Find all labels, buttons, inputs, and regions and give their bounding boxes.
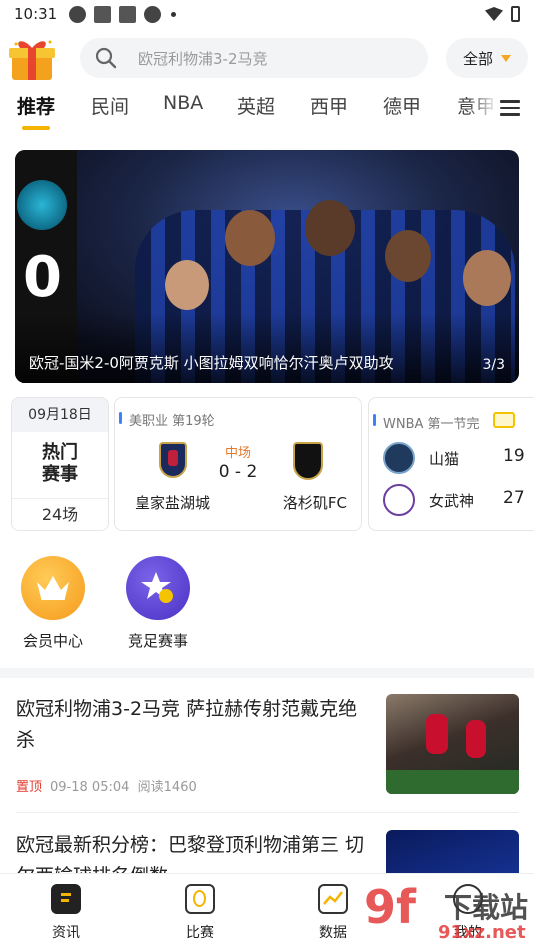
score-digit: 0	[23, 245, 62, 310]
watermark-logo: 9f 下载站 91xz.net	[364, 880, 532, 948]
news-title: 欧冠最新积分榜：巴黎登顶利物浦第三 切尔西输球排名倒数	[16, 834, 365, 873]
team-name: 女武神	[429, 492, 475, 510]
section-divider	[0, 668, 534, 678]
valkyries-logo-icon	[383, 484, 415, 516]
banner-player	[463, 250, 511, 306]
gift-icon[interactable]	[6, 36, 58, 82]
banner-caption: 欧冠-国米2-0阿贾克斯 小图拉姆双响恰尔汗奥卢双助攻	[29, 354, 394, 372]
tab-folk[interactable]: 民间	[91, 92, 129, 119]
banner-player	[225, 210, 275, 266]
category-tabs: 推荐 民间 NBA 英超 西甲 德甲 意甲	[0, 92, 534, 132]
member-center-link[interactable]: 会员中心	[8, 556, 98, 651]
tab-laliga[interactable]: 西甲	[310, 92, 348, 119]
tab-premier-league[interactable]: 英超	[237, 92, 275, 119]
match-status: 中场	[224, 446, 251, 461]
hot-title-line1: 热门	[42, 442, 78, 463]
status-bar: 10:31	[0, 0, 534, 28]
hot-title-line2: 赛事	[42, 464, 78, 485]
team-score: 27	[503, 488, 525, 508]
notification-icon	[119, 5, 137, 23]
lottery-matches-link[interactable]: 竞足赛事	[113, 556, 203, 651]
banner-counter: 3/3	[482, 357, 505, 373]
news-icon	[51, 884, 81, 914]
active-tab-indicator	[22, 126, 50, 130]
news-meta: 置顶 09-18 05:04 阅读1460	[16, 776, 197, 795]
match-score: 0 - 2	[218, 462, 258, 482]
search-icon	[95, 47, 117, 69]
live-video-icon	[493, 412, 515, 428]
search-placeholder: 欧冠利物浦3-2马竞	[138, 49, 268, 68]
away-team: 洛杉矶FC	[282, 494, 347, 512]
more-notifications-icon	[171, 11, 177, 17]
filter-label: 全部	[462, 49, 493, 68]
banner-player	[305, 200, 355, 256]
star-ball-icon	[126, 556, 190, 620]
news-time: 09-18 05:04	[50, 780, 130, 795]
nav-matches[interactable]: 比赛	[160, 884, 240, 942]
nav-label: 数据	[319, 925, 347, 941]
quick-link-label: 竞足赛事	[127, 632, 188, 650]
nav-label: 比赛	[186, 925, 214, 941]
lynx-logo-icon	[383, 442, 415, 474]
notification-icon	[144, 5, 162, 23]
league-marker	[373, 414, 376, 426]
watermark-text: 下载站	[444, 891, 529, 924]
match-card[interactable]: 美职业 第19轮 中场 0 - 2 皇家盐湖城 洛杉矶FC	[114, 397, 362, 531]
watermark-url: 91xz.net	[438, 922, 526, 943]
team-name: 山猫	[429, 450, 460, 468]
league-marker	[119, 412, 122, 424]
pinned-badge: 置顶	[16, 780, 43, 795]
quick-link-label: 会员中心	[22, 632, 83, 650]
battery-icon	[511, 6, 520, 22]
search-bar[interactable]: 欧冠利物浦3-2马竞	[80, 38, 428, 78]
notification-icon	[94, 5, 112, 23]
tab-bundesliga[interactable]: 德甲	[383, 92, 421, 119]
banner-carousel[interactable]: 0 欧冠-国米2-0阿贾克斯 小图拉姆双响恰尔汗奥卢双助攻 3/3	[15, 150, 519, 383]
notification-icon	[69, 5, 87, 23]
status-time: 10:31	[14, 5, 58, 23]
nav-news[interactable]: 资讯	[26, 884, 106, 942]
match-count: 24场	[12, 498, 108, 530]
filter-dropdown[interactable]: 全部	[446, 38, 528, 78]
league-label: WNBA 第一节完	[383, 417, 480, 432]
watermark-mark: 9f	[364, 880, 417, 934]
news-reads: 阅读1460	[137, 780, 197, 795]
nav-data[interactable]: 数据	[293, 884, 373, 942]
tab-nba[interactable]: NBA	[163, 92, 203, 114]
tabs-fade	[468, 92, 498, 126]
team-score: 19	[503, 446, 525, 466]
hot-title: 热门 赛事	[12, 442, 108, 486]
chart-icon	[318, 884, 348, 914]
dropdown-arrow-icon	[501, 54, 511, 62]
banner-player	[385, 230, 431, 282]
news-thumbnail	[386, 830, 519, 873]
news-thumbnail	[386, 694, 519, 794]
wnba-match-card[interactable]: WNBA 第一节完 山猫 19 女武神 27	[368, 397, 534, 531]
team-row: 山猫 19	[383, 442, 534, 476]
team-logo-icon	[17, 180, 67, 230]
crown-icon	[21, 556, 85, 620]
wifi-icon	[485, 7, 503, 21]
news-item[interactable]: 欧冠最新积分榜：巴黎登顶利物浦第三 切尔西输球排名倒数	[0, 830, 534, 873]
menu-icon[interactable]	[500, 100, 520, 116]
team-row: 女武神 27	[383, 484, 534, 518]
banner-player	[165, 260, 209, 310]
home-team: 皇家盐湖城	[135, 494, 211, 512]
nav-label: 资讯	[52, 925, 80, 941]
news-separator	[16, 812, 518, 813]
news-title: 欧冠利物浦3-2马竞 萨拉赫传射范戴克绝杀	[16, 698, 358, 751]
tab-recommend[interactable]: 推荐	[17, 92, 55, 119]
league-label: 美职业 第19轮	[129, 414, 215, 429]
hot-matches-card[interactable]: 09月18日 热门 赛事 24场	[11, 397, 109, 531]
header: 欧冠利物浦3-2马竞 全部	[0, 34, 534, 84]
match-icon	[185, 884, 215, 914]
date-label: 09月18日	[12, 398, 108, 432]
